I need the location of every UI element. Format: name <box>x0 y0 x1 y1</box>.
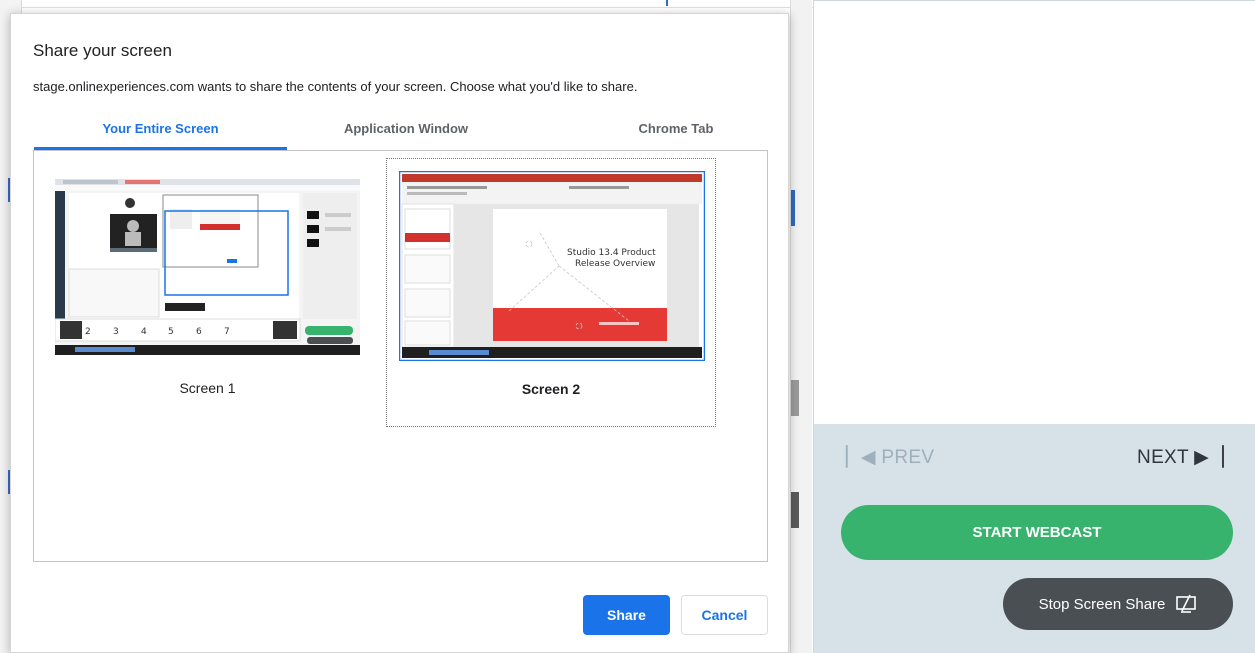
background-marker <box>666 0 668 6</box>
stop-screen-share-icon <box>1176 594 1197 613</box>
background-strip-block <box>791 492 799 528</box>
svg-text:2: 2 <box>85 327 91 337</box>
slide-title-line-1: Studio 13.4 Product <box>567 248 656 258</box>
slide-title-line-2: Release Overview <box>575 259 655 269</box>
tab-chrome-tab[interactable]: Chrome Tab <box>611 121 741 136</box>
screen-2-label: Screen 2 <box>521 381 581 397</box>
skip-back-icon: ▏◀ <box>846 447 876 468</box>
svg-text:5: 5 <box>168 327 174 337</box>
share-button[interactable]: Share <box>583 595 670 635</box>
stop-screen-share-button[interactable]: Stop Screen Share <box>1003 578 1233 630</box>
screen-2-thumbnail: Studio 13.4 Product Release Overview <box>399 171 705 361</box>
background-page-strip <box>790 0 812 653</box>
screen-1-label: Screen 1 <box>179 380 236 396</box>
start-webcast-label: START WEBCAST <box>972 524 1102 541</box>
next-button[interactable]: NEXT ▶▕ <box>1137 446 1224 469</box>
skip-forward-icon: ▶▕ <box>1194 447 1224 468</box>
presenter-panel: ▏◀ PREV NEXT ▶▕ START WEBCAST Stop Scree… <box>813 0 1255 653</box>
screen-1-thumbnail: 2 3 4 5 6 7 <box>54 179 360 355</box>
tab-entire-screen[interactable]: Your Entire Screen <box>34 121 287 136</box>
presenter-controls: ▏◀ PREV NEXT ▶▕ START WEBCAST Stop Scree… <box>814 424 1255 653</box>
dialog-title: Share your screen <box>33 41 172 60</box>
prev-label: PREV <box>881 447 935 468</box>
svg-text:7: 7 <box>224 327 230 337</box>
tab-application-window[interactable]: Application Window <box>287 121 525 136</box>
svg-text:6: 6 <box>196 327 202 337</box>
screen-picker: 2 3 4 5 6 7 Screen 1 Studio 13.4 Product Rele… <box>33 150 768 562</box>
dialog-description: stage.onlinexperiences.com wants to shar… <box>33 79 638 94</box>
slide-preview-area <box>814 0 1255 424</box>
share-screen-dialog: Share your screen stage.onlinexperiences… <box>10 13 789 653</box>
svg-text:3: 3 <box>113 327 119 337</box>
next-label: NEXT <box>1137 447 1189 468</box>
stop-screen-share-label: Stop Screen Share <box>1038 595 1166 613</box>
screen-1-option[interactable]: 2 3 4 5 6 7 <box>54 179 360 355</box>
svg-text:4: 4 <box>141 327 147 337</box>
prev-button[interactable]: ▏◀ PREV <box>846 446 934 469</box>
background-scroll-thumb <box>791 380 799 416</box>
cancel-button[interactable]: Cancel <box>681 595 768 635</box>
start-webcast-button[interactable]: START WEBCAST <box>841 505 1233 560</box>
screen-root: ▏◀ PREV NEXT ▶▕ START WEBCAST Stop Scree… <box>0 0 1255 653</box>
background-strip-accent <box>791 190 795 226</box>
